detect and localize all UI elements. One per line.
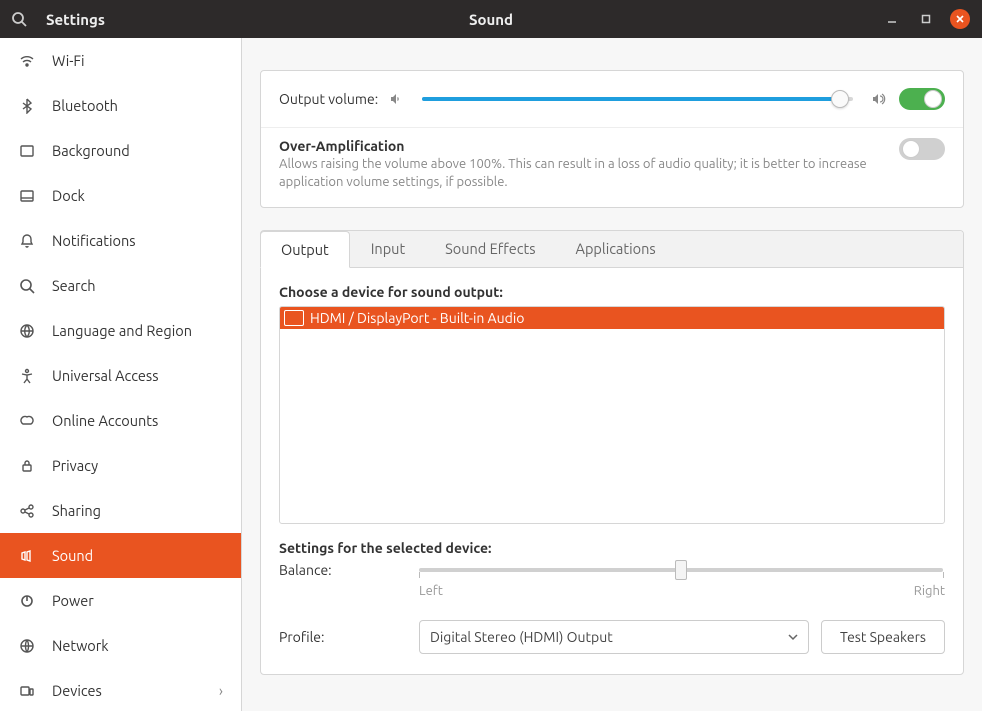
sidebar-item-sound[interactable]: Sound: [0, 533, 241, 578]
sidebar-item-label: Search: [52, 277, 96, 294]
background-icon: [18, 143, 36, 159]
balance-right-label: Right: [914, 584, 945, 598]
balance-label: Balance:: [279, 562, 419, 578]
tab-output-body: Choose a device for sound output: HDMI /…: [261, 268, 963, 674]
power-icon: [18, 593, 36, 609]
sidebar-item-label: Notifications: [52, 232, 136, 249]
profile-row: Profile: Digital Stereo (HDMI) Output Te…: [279, 620, 945, 654]
tab-input[interactable]: Input: [351, 231, 425, 267]
device-item[interactable]: HDMI / DisplayPort - Built-in Audio: [280, 307, 944, 329]
over-amplification-row: Over-Amplification Allows raising the vo…: [261, 127, 963, 207]
tabs: OutputInputSound EffectsApplications: [261, 231, 963, 268]
overamp-title: Over-Amplification: [279, 138, 879, 154]
sidebar-item-sharing[interactable]: Sharing: [0, 488, 241, 533]
sidebar-item-label: Language and Region: [52, 322, 192, 339]
chevron-right-icon: ›: [219, 682, 223, 699]
window-controls: [882, 9, 982, 29]
search-icon: [18, 278, 36, 294]
sharing-icon: [18, 503, 36, 519]
sidebar-item-label: Privacy: [52, 457, 98, 474]
minimize-icon[interactable]: [882, 9, 902, 29]
wifi-icon: [18, 53, 36, 69]
sidebar-item-label: Sound: [52, 547, 93, 564]
settings-device-label: Settings for the selected device:: [279, 540, 945, 556]
volume-panel: Output volume: Over-Amplification Allows…: [260, 70, 964, 208]
language-icon: [18, 323, 36, 339]
dock-icon: [18, 188, 36, 204]
sidebar-item-language[interactable]: Language and Region: [0, 308, 241, 353]
device-label: HDMI / DisplayPort - Built-in Audio: [310, 310, 524, 326]
online-icon: [18, 413, 36, 429]
speaker-high-icon: [871, 91, 889, 107]
page-title: Sound: [469, 11, 513, 28]
sidebar-item-notifications[interactable]: Notifications: [0, 218, 241, 263]
network-icon: [18, 638, 36, 654]
sidebar-item-search[interactable]: Search: [0, 263, 241, 308]
sidebar-item-dock[interactable]: Dock: [0, 173, 241, 218]
sidebar-item-background[interactable]: Background: [0, 128, 241, 173]
sidebar-item-label: Bluetooth: [52, 97, 118, 114]
sidebar-item-label: Network: [52, 637, 109, 654]
output-volume-row: Output volume:: [261, 71, 963, 127]
close-icon[interactable]: [950, 9, 970, 29]
sidebar-item-online[interactable]: Online Accounts: [0, 398, 241, 443]
sidebar-item-privacy[interactable]: Privacy: [0, 443, 241, 488]
sidebar-item-universal[interactable]: Universal Access: [0, 353, 241, 398]
profile-value: Digital Stereo (HDMI) Output: [430, 629, 613, 645]
sidebar-item-bluetooth[interactable]: Bluetooth: [0, 83, 241, 128]
sidebar-item-devices[interactable]: Devices ›: [0, 668, 241, 711]
balance-slider[interactable]: [419, 568, 943, 572]
test-speakers-button[interactable]: Test Speakers: [821, 620, 945, 654]
privacy-icon: [18, 458, 36, 474]
device-list[interactable]: HDMI / DisplayPort - Built-in Audio: [279, 306, 945, 524]
sidebar-item-label: Universal Access: [52, 367, 159, 384]
output-volume-label: Output volume:: [279, 91, 378, 107]
chevron-down-icon: [788, 632, 798, 642]
sidebar-item-label: Online Accounts: [52, 412, 158, 429]
volume-toggle[interactable]: [899, 88, 945, 110]
sidebar-item-label: Dock: [52, 187, 85, 204]
sidebar-item-label: Devices: [52, 682, 102, 699]
balance-left-label: Left: [419, 584, 443, 598]
sidebar-item-wifi[interactable]: Wi-Fi: [0, 38, 241, 83]
tab-applications[interactable]: Applications: [556, 231, 676, 267]
speaker-low-icon: [388, 91, 404, 107]
sidebar-item-network[interactable]: Network: [0, 623, 241, 668]
sidebar: Wi-Fi Bluetooth Background Dock Notification…: [0, 38, 242, 711]
profile-label: Profile:: [279, 629, 407, 645]
content: Output volume: Over-Amplification Allows…: [242, 38, 982, 711]
profile-dropdown[interactable]: Digital Stereo (HDMI) Output: [419, 620, 809, 654]
sidebar-item-label: Sharing: [52, 502, 101, 519]
universal-icon: [18, 368, 36, 384]
sidebar-item-label: Wi-Fi: [52, 52, 85, 69]
sidebar-item-label: Power: [52, 592, 94, 609]
titlebar: Settings Sound: [0, 0, 982, 38]
search-icon[interactable]: [0, 0, 38, 38]
output-volume-slider[interactable]: [422, 97, 853, 101]
sound-tabs-panel: OutputInputSound EffectsApplications Cho…: [260, 230, 964, 675]
notifications-icon: [18, 233, 36, 249]
sound-icon: [18, 548, 36, 564]
tab-output[interactable]: Output: [260, 231, 350, 268]
monitor-icon: [284, 310, 304, 326]
tab-sound-effects[interactable]: Sound Effects: [425, 231, 555, 267]
maximize-icon[interactable]: [916, 9, 936, 29]
overamp-toggle[interactable]: [899, 138, 945, 160]
overamp-description: Allows raising the volume above 100%. Th…: [279, 156, 879, 191]
sidebar-item-label: Background: [52, 142, 130, 159]
sidebar-item-power[interactable]: Power: [0, 578, 241, 623]
bluetooth-icon: [18, 98, 36, 114]
app-title: Settings: [46, 11, 105, 28]
choose-device-label: Choose a device for sound output:: [279, 284, 945, 300]
devices-icon: [18, 683, 36, 699]
